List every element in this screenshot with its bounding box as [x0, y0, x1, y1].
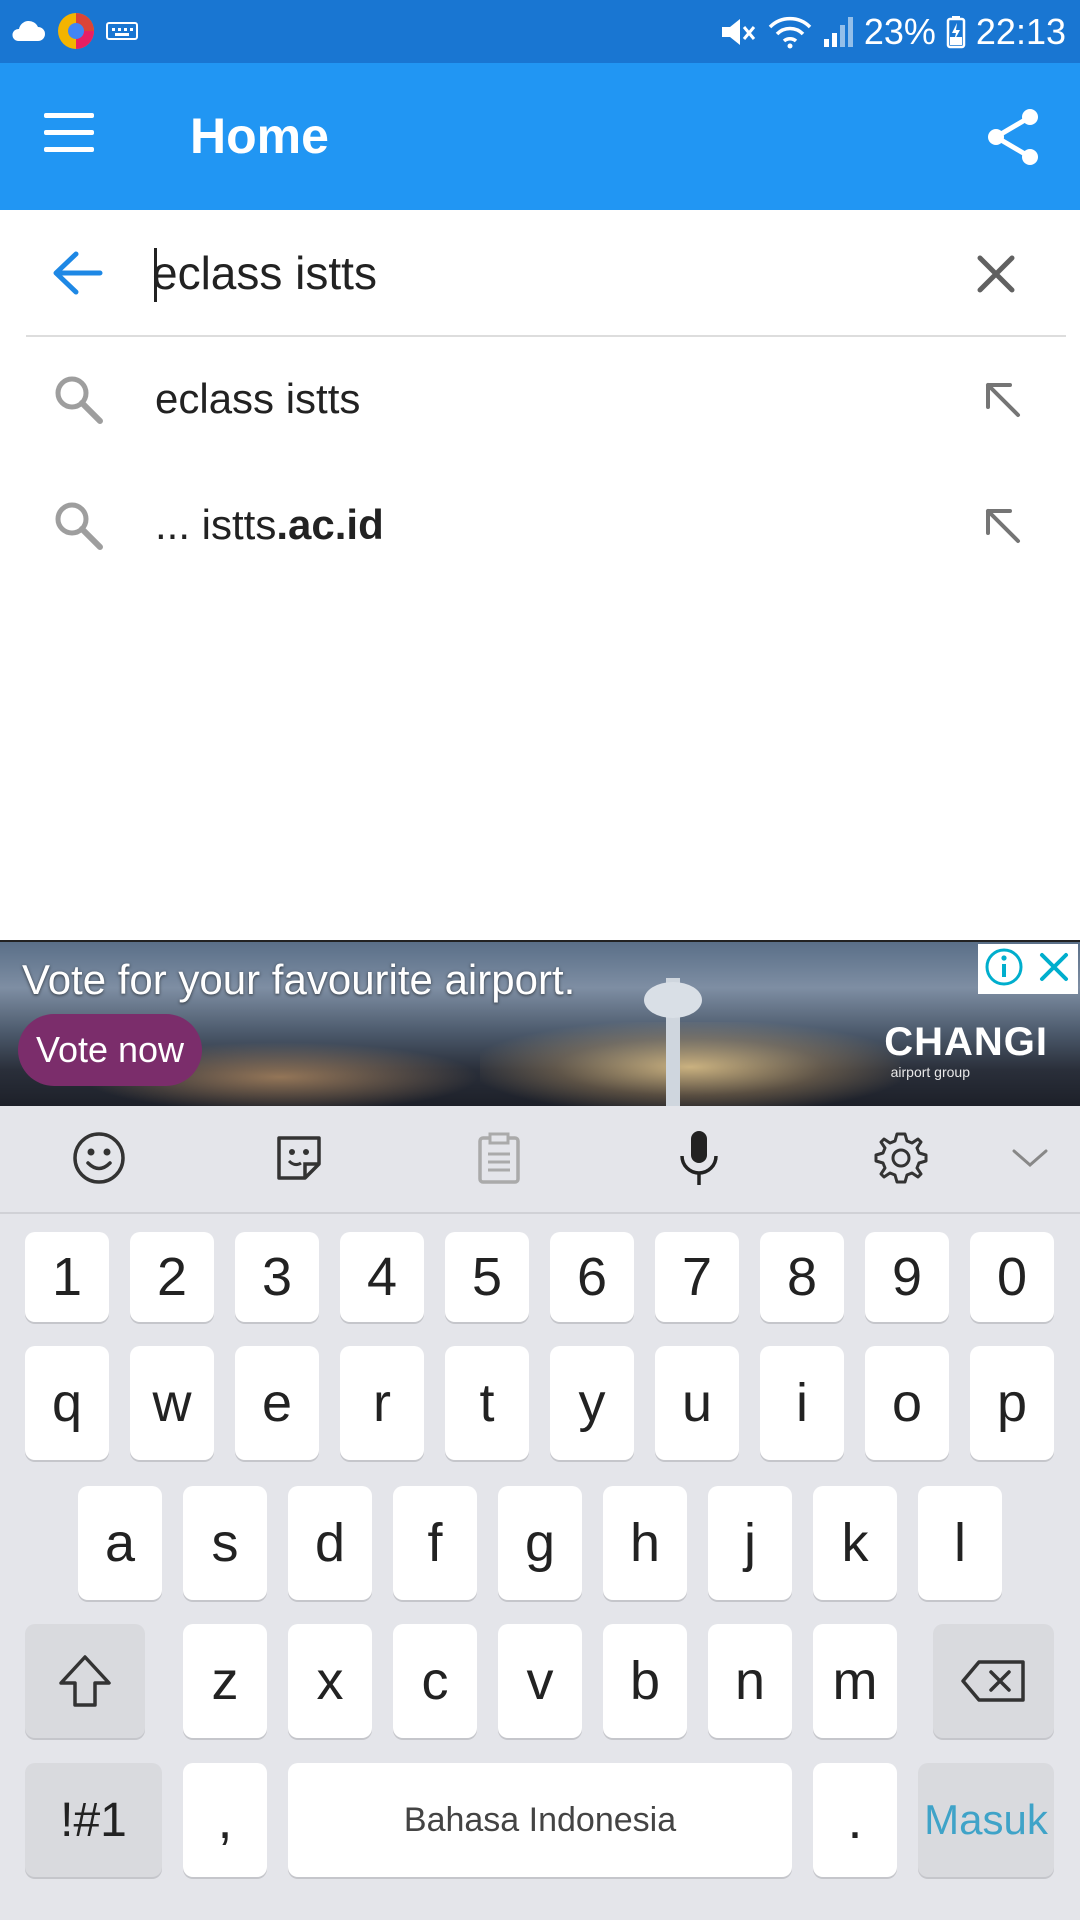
fill-query-arrow-icon[interactable]: [980, 503, 1024, 547]
app-bar: Home: [0, 63, 1080, 210]
enter-key[interactable]: Masuk: [918, 1763, 1054, 1877]
key-m[interactable]: m: [813, 1624, 897, 1738]
key-q[interactable]: q: [25, 1346, 109, 1460]
backspace-key[interactable]: [933, 1624, 1054, 1738]
key-g[interactable]: g: [498, 1486, 582, 1600]
key-e[interactable]: e: [235, 1346, 319, 1460]
suggestion-text: eclass istts: [155, 375, 361, 422]
suggestion-text: ... istts.ac.id: [155, 501, 384, 548]
key-j[interactable]: j: [708, 1486, 792, 1600]
key-7[interactable]: 7: [655, 1232, 739, 1322]
ad-tower-graphic: [644, 982, 702, 1018]
signal-icon: [822, 15, 854, 49]
key-w[interactable]: w: [130, 1346, 214, 1460]
search-input[interactable]: [152, 240, 932, 306]
key-z[interactable]: z: [183, 1624, 267, 1738]
key-t[interactable]: t: [445, 1346, 529, 1460]
key-8[interactable]: 8: [760, 1232, 844, 1322]
comma-key[interactable]: ,: [183, 1763, 267, 1877]
key-3[interactable]: 3: [235, 1232, 319, 1322]
status-bar: 23% 22:13: [0, 0, 1080, 63]
sticker-icon[interactable]: [269, 1128, 329, 1188]
key-o[interactable]: o: [865, 1346, 949, 1460]
share-icon[interactable]: [984, 107, 1044, 167]
suggestion-item[interactable]: ... istts.ac.id: [0, 463, 1080, 589]
key-k[interactable]: k: [813, 1486, 897, 1600]
ad-vote-button[interactable]: Vote now: [18, 1014, 202, 1086]
key-c[interactable]: c: [393, 1624, 477, 1738]
cloud-icon: [10, 19, 46, 43]
ad-banner[interactable]: Vote for your favourite airport. Vote no…: [0, 940, 1080, 1106]
hamburger-menu-icon[interactable]: [44, 113, 100, 159]
shift-icon: [59, 1655, 111, 1707]
battery-percent: 23%: [863, 10, 936, 52]
keyboard-toolbar: [0, 1106, 1080, 1214]
close-icon[interactable]: [972, 250, 1020, 298]
ad-background: [480, 1022, 900, 1106]
key-y[interactable]: y: [550, 1346, 634, 1460]
settings-icon[interactable]: [871, 1128, 931, 1188]
ad-controls: [978, 944, 1078, 994]
key-b[interactable]: b: [603, 1624, 687, 1738]
key-5[interactable]: 5: [445, 1232, 529, 1322]
ad-info-icon[interactable]: [984, 947, 1024, 992]
key-4[interactable]: 4: [340, 1232, 424, 1322]
key-6[interactable]: 6: [550, 1232, 634, 1322]
search-bar: [0, 210, 1080, 336]
key-9[interactable]: 9: [865, 1232, 949, 1322]
key-a[interactable]: a: [78, 1486, 162, 1600]
key-p[interactable]: p: [970, 1346, 1054, 1460]
key-l[interactable]: l: [918, 1486, 1002, 1600]
key-1[interactable]: 1: [25, 1232, 109, 1322]
emoji-icon[interactable]: [69, 1128, 129, 1188]
back-arrow-icon[interactable]: [50, 248, 106, 298]
key-u[interactable]: u: [655, 1346, 739, 1460]
clipboard-icon[interactable]: [469, 1128, 529, 1188]
mute-icon: [718, 15, 758, 49]
search-icon: [52, 373, 106, 427]
ad-brand-subtitle: airport group: [890, 1064, 970, 1080]
shift-key[interactable]: [25, 1624, 145, 1738]
key-v[interactable]: v: [498, 1624, 582, 1738]
clock: 22:13: [975, 10, 1066, 52]
text-cursor: [154, 248, 157, 302]
status-bar-right: 23% 22:13: [718, 0, 1066, 63]
key-2[interactable]: 2: [130, 1232, 214, 1322]
suggestion-item[interactable]: eclass istts: [0, 337, 1080, 463]
period-key[interactable]: .: [813, 1763, 897, 1877]
key-d[interactable]: d: [288, 1486, 372, 1600]
space-key[interactable]: Bahasa Indonesia: [288, 1763, 792, 1877]
chevron-down-icon[interactable]: [1000, 1128, 1060, 1188]
key-h[interactable]: h: [603, 1486, 687, 1600]
wifi-icon: [768, 15, 812, 49]
microphone-icon[interactable]: [669, 1128, 729, 1188]
search-icon: [52, 499, 106, 553]
ad-brand-logo: CHANGI: [884, 1020, 1048, 1064]
key-i[interactable]: i: [760, 1346, 844, 1460]
fill-query-arrow-icon[interactable]: [980, 377, 1024, 421]
symbols-key[interactable]: !#1: [25, 1763, 162, 1877]
soft-keyboard: 1 2 3 4 5 6 7 8 9 0 q w e r t y u i o p …: [0, 1106, 1080, 1920]
ad-close-icon[interactable]: [1036, 949, 1072, 990]
ad-headline: Vote for your favourite airport.: [22, 956, 576, 1003]
status-bar-left: [10, 10, 138, 52]
page-title: Home: [190, 108, 329, 164]
keyboard-icon: [106, 21, 138, 41]
key-0[interactable]: 0: [970, 1232, 1054, 1322]
browser-app-icon: [56, 11, 96, 51]
battery-icon: [946, 15, 966, 49]
key-r[interactable]: r: [340, 1346, 424, 1460]
key-n[interactable]: n: [708, 1624, 792, 1738]
key-x[interactable]: x: [288, 1624, 372, 1738]
backspace-icon: [960, 1660, 1025, 1702]
key-f[interactable]: f: [393, 1486, 477, 1600]
key-s[interactable]: s: [183, 1486, 267, 1600]
